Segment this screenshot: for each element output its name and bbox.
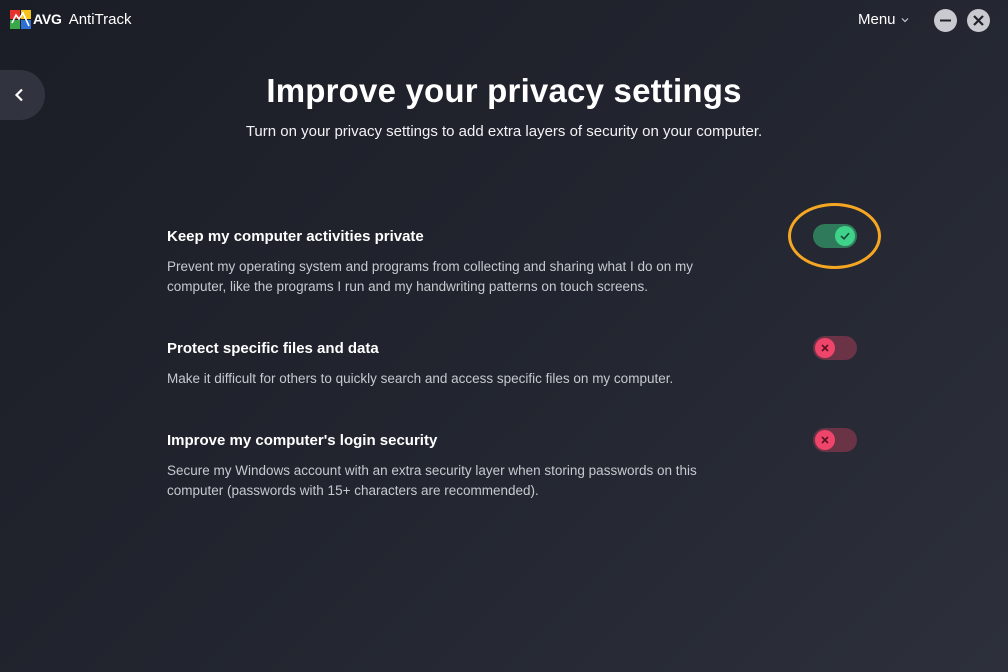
setting-description: Secure my Windows account with an extra … — [167, 463, 697, 498]
setting-protect-files: Protect specific files and data Make it … — [167, 336, 857, 389]
setting-title: Keep my computer activities private — [167, 228, 424, 245]
title-bar: AVG AntiTrack Menu — [0, 0, 1008, 40]
toggle-login-security[interactable] — [813, 428, 857, 452]
page-title: Improve your privacy settings — [266, 72, 742, 109]
setting-description: Prevent my operating system and programs… — [167, 259, 693, 294]
toggle-knob — [815, 338, 835, 358]
setting-activities-private: Keep my computer activities private Prev… — [167, 224, 857, 297]
setting-title: Protect specific files and data — [167, 340, 379, 357]
x-icon — [821, 344, 829, 352]
close-icon — [973, 15, 984, 26]
menu-button[interactable]: Menu — [858, 11, 909, 28]
close-button[interactable] — [967, 9, 990, 32]
setting-title: Improve my computer's login security — [167, 432, 438, 449]
app-brand: AVG AntiTrack — [33, 11, 132, 28]
menu-label: Menu — [858, 11, 896, 28]
minimize-icon — [940, 19, 951, 22]
toggle-protect-files[interactable] — [813, 336, 857, 360]
avg-logo-icon — [10, 10, 31, 29]
setting-login-security: Improve my computer's login security Sec… — [167, 428, 857, 501]
chevron-down-icon — [901, 17, 908, 22]
setting-description: Make it difficult for others to quickly … — [167, 371, 674, 386]
brand-name: AVG — [33, 11, 62, 27]
highlight-ring — [788, 203, 881, 269]
page-subtitle: Turn on your privacy settings to add ext… — [245, 123, 763, 140]
product-name: AntiTrack — [68, 11, 132, 28]
minimize-button[interactable] — [934, 9, 957, 32]
x-icon — [821, 436, 829, 444]
toggle-knob — [815, 430, 835, 450]
